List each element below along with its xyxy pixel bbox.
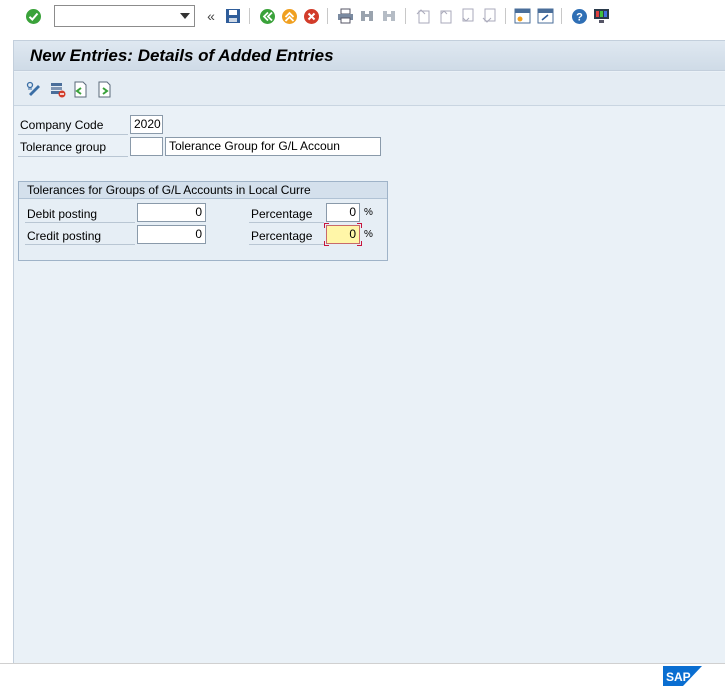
tolerances-groupbox: Tolerances for Groups of G/L Accounts in… — [18, 181, 388, 261]
help-icon[interactable]: ? — [570, 7, 588, 25]
company-code-field[interactable]: 2020 — [130, 115, 163, 134]
tolerance-group-field[interactable] — [130, 137, 163, 156]
enter-icon[interactable] — [24, 7, 42, 25]
debit-posting-field[interactable]: 0 — [137, 203, 206, 222]
main-frame: New Entries: Details of Added Entries Co… — [13, 40, 725, 663]
application-toolbar — [14, 72, 725, 106]
debit-percentage-label: Percentage — [251, 207, 313, 221]
last-page-icon[interactable] — [480, 7, 498, 25]
exit-icon[interactable] — [280, 7, 298, 25]
svg-text:?: ? — [576, 11, 583, 23]
debit-percent-sign: % — [364, 207, 373, 218]
find-icon[interactable] — [358, 7, 376, 25]
sap-logo-text: SAP — [666, 670, 691, 684]
chevron-down-icon[interactable] — [180, 13, 190, 19]
previous-page-icon[interactable] — [436, 7, 454, 25]
print-icon[interactable] — [336, 7, 354, 25]
change-display-icon[interactable] — [25, 80, 43, 98]
create-session-icon[interactable] — [513, 7, 531, 25]
double-chevron-left-icon[interactable]: « — [202, 7, 220, 25]
tolerance-group-label: Tolerance group — [20, 140, 107, 154]
tolerance-group-description: Tolerance Group for G/L Accoun — [165, 137, 381, 156]
find-next-icon[interactable] — [380, 7, 398, 25]
customize-layout-icon[interactable] — [592, 7, 610, 25]
credit-percentage-label: Percentage — [251, 229, 313, 243]
credit-posting-label: Credit posting — [27, 229, 102, 243]
title-bar: New Entries: Details of Added Entries — [14, 41, 725, 71]
previous-entry-icon[interactable] — [71, 80, 89, 98]
groupbox-title: Tolerances for Groups of G/L Accounts in… — [19, 182, 387, 199]
credit-posting-field[interactable]: 0 — [137, 225, 206, 244]
page-title: New Entries: Details of Added Entries — [30, 46, 334, 65]
credit-percent-sign: % — [364, 229, 373, 240]
first-page-icon[interactable] — [414, 7, 432, 25]
cancel-icon[interactable] — [302, 7, 320, 25]
sap-logo: SAP — [663, 666, 702, 686]
debit-posting-label: Debit posting — [27, 207, 98, 221]
shortcut-icon[interactable] — [536, 7, 554, 25]
delete-icon[interactable] — [48, 80, 66, 98]
next-entry-icon[interactable] — [95, 80, 113, 98]
system-toolbar: « ? — [0, 0, 725, 33]
debit-percentage-field[interactable]: 0 — [326, 203, 360, 222]
status-bar — [0, 663, 725, 693]
company-code-label: Company Code — [20, 118, 104, 132]
command-input[interactable] — [55, 6, 175, 26]
command-field[interactable] — [54, 5, 195, 27]
back-icon[interactable] — [258, 7, 276, 25]
next-page-icon[interactable] — [458, 7, 476, 25]
save-icon[interactable] — [224, 7, 242, 25]
credit-percentage-field[interactable]: 0 — [326, 225, 360, 244]
